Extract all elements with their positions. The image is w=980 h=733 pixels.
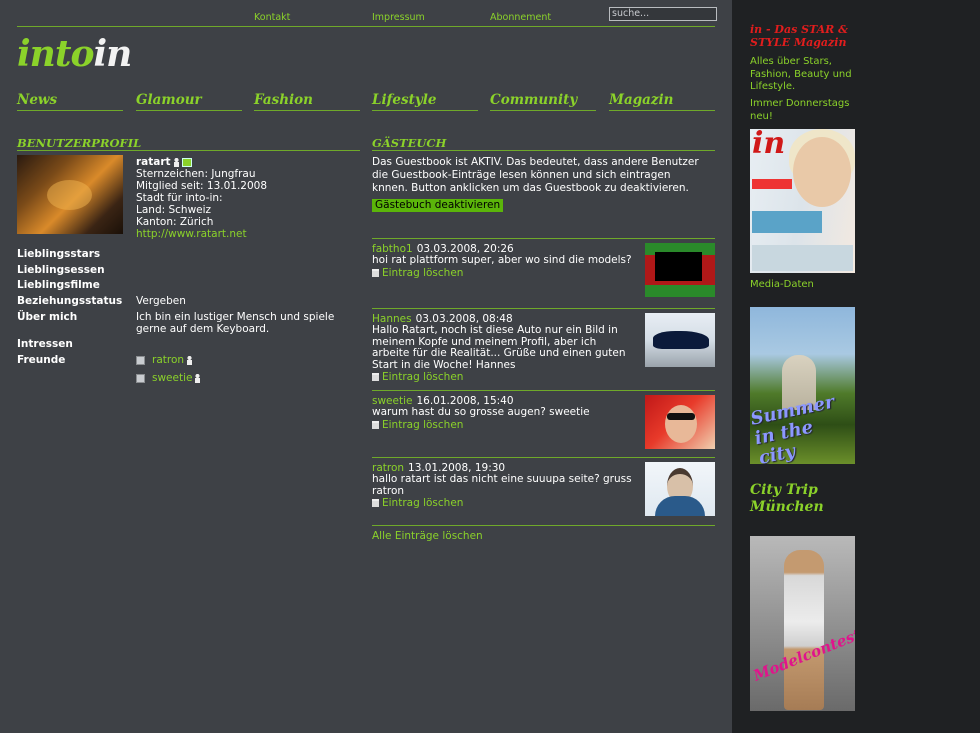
trash-icon [372, 420, 379, 429]
profile-canton: Kanton: Zürich [136, 216, 214, 228]
profile-city: Stadt für into-in: [136, 192, 223, 204]
entry-text: warum hast du so grosse augen? sweetie [372, 406, 590, 418]
model-contest-ad[interactable]: Modelcontest [750, 536, 855, 711]
profile-username: ratart [136, 156, 171, 168]
trash-icon [372, 268, 379, 277]
friend-link[interactable]: ratron [152, 354, 184, 366]
nav-glamour[interactable]: Glamour [136, 92, 242, 111]
summer-city-ad[interactable]: Summer in the city [750, 307, 855, 464]
imprint-link[interactable]: Impressum [372, 12, 425, 23]
cover-photo-strip [752, 245, 853, 271]
guestbook-intro: Das Guestbook ist AKTIV. Das bedeutet, d… [372, 156, 699, 194]
magazine-title: in - Das STAR & STYLE Magazin [750, 23, 849, 49]
contact-link[interactable]: Kontakt [254, 12, 290, 23]
delete-all-link[interactable]: Alle Einträge löschen [372, 530, 483, 542]
profile-member-since: Mitglied seit: 13.01.2008 [136, 180, 268, 192]
label-friends: Freunde [17, 354, 66, 366]
profile-heading: BENUTZERPROFIL [17, 136, 360, 151]
profile-website-link[interactable]: http://www.ratart.net [136, 228, 247, 240]
face-shape [665, 405, 697, 443]
trash-icon [372, 499, 379, 507]
site-logo[interactable]: intoin [17, 33, 133, 75]
friend-link[interactable]: sweetie [152, 372, 192, 384]
label-about: Über mich [17, 311, 78, 323]
entry-thumbnail[interactable] [645, 462, 715, 516]
car-shape [653, 331, 709, 349]
nav-magazin[interactable]: Magazin [609, 92, 715, 111]
subscription-link[interactable]: Abonnement [490, 12, 551, 23]
label-food: Lieblingsessen [17, 264, 105, 276]
main-nav: News Glamour Fashion Lifestyle Community… [17, 92, 717, 112]
trash-icon [372, 373, 379, 381]
model-figure [784, 550, 824, 710]
nav-news[interactable]: News [17, 92, 123, 111]
cover-interview-block [752, 211, 822, 233]
cover-logo: in [752, 129, 786, 161]
delete-entry-label: Eintrag löschen [382, 371, 464, 383]
guestbook-entry: fabtho1 03.03.2008, 20:26 hoi rat plattfo… [372, 238, 715, 309]
value-about: Ich bin ein lustiger Mensch und spiele g… [136, 311, 335, 335]
friend-item: sweetie [136, 372, 201, 384]
logo-into: into [17, 33, 94, 75]
friend-avatar-icon [136, 355, 145, 365]
search-input[interactable]: suche... [609, 7, 717, 21]
deactivate-guestbook-button[interactable]: Gästebuch deaktivieren [372, 199, 504, 212]
magazine-description: Alles über Stars, Fashion, Beauty und Li… [750, 56, 852, 92]
media-data-link[interactable]: Media-Daten [750, 279, 860, 292]
delete-entry-label: Eintrag löschen [382, 266, 464, 279]
nav-community[interactable]: Community [490, 92, 596, 111]
profile-country: Land: Schweiz [136, 204, 212, 216]
magazine-cover[interactable]: in [750, 129, 855, 273]
entry-text: hoi rat plattform super, aber wo sind di… [372, 254, 632, 266]
magazine-schedule: Immer Donnerstags neu! [750, 98, 850, 122]
nav-fashion[interactable]: Fashion [254, 92, 360, 111]
delete-entry-label: Eintrag löschen [382, 418, 464, 431]
value-relationship: Vergeben [136, 295, 186, 307]
label-relationship: Beziehungsstatus [17, 295, 123, 307]
entry-text: Hallo Ratart, noch ist diese Auto nur ei… [372, 324, 626, 371]
guestbook-entry: sweetie 16.01.2008, 15:40 warum hast du s… [372, 390, 715, 457]
delete-all-entries: Alle Einträge löschen [372, 525, 715, 542]
guestbook-entry: ratron 13.01.2008, 19:30 hallo ratart ist… [372, 457, 715, 526]
user-icon [187, 355, 193, 365]
user-icon [173, 157, 179, 167]
friend-item: ratron [136, 354, 193, 366]
entry-thumbnail[interactable] [645, 243, 715, 297]
guestbook-heading: GÄSTEUCH [372, 136, 715, 151]
nav-lifestyle[interactable]: Lifestyle [372, 92, 478, 111]
label-stars: Lieblingsstars [17, 248, 101, 260]
message-icon[interactable] [181, 157, 192, 167]
user-icon [195, 373, 201, 383]
cover-face-shape [793, 137, 851, 207]
city-trip-heading[interactable]: City Trip München [750, 482, 860, 516]
cover-headline-block [752, 179, 792, 189]
sunglasses-shape [667, 413, 695, 420]
profile-picture [17, 155, 123, 234]
entry-text: hallo ratart ist das nicht eine suuupa s… [372, 473, 632, 497]
profile-info: ratart Sternzeichen: Jungfrau Mitglied s… [136, 156, 267, 240]
entry-thumbnail[interactable] [645, 395, 715, 449]
label-interests: Intressen [17, 338, 73, 350]
delete-entry-label: Eintrag löschen [382, 497, 464, 509]
profile-sign: Sternzeichen: Jungfrau [136, 168, 256, 180]
thumbnail-screen [655, 252, 702, 281]
label-films: Lieblingsfilme [17, 279, 100, 291]
friend-avatar-icon [136, 373, 145, 383]
logo-in: in [93, 33, 133, 75]
delete-entry-button[interactable]: Eintrag löschen [372, 371, 715, 383]
entry-thumbnail[interactable] [645, 313, 715, 367]
guestbook-entry: Hannes 03.03.2008, 08:48 Hallo Ratart, no… [372, 308, 715, 391]
summer-ad-text: Summer in the city [750, 391, 837, 464]
body-shape [655, 496, 705, 516]
